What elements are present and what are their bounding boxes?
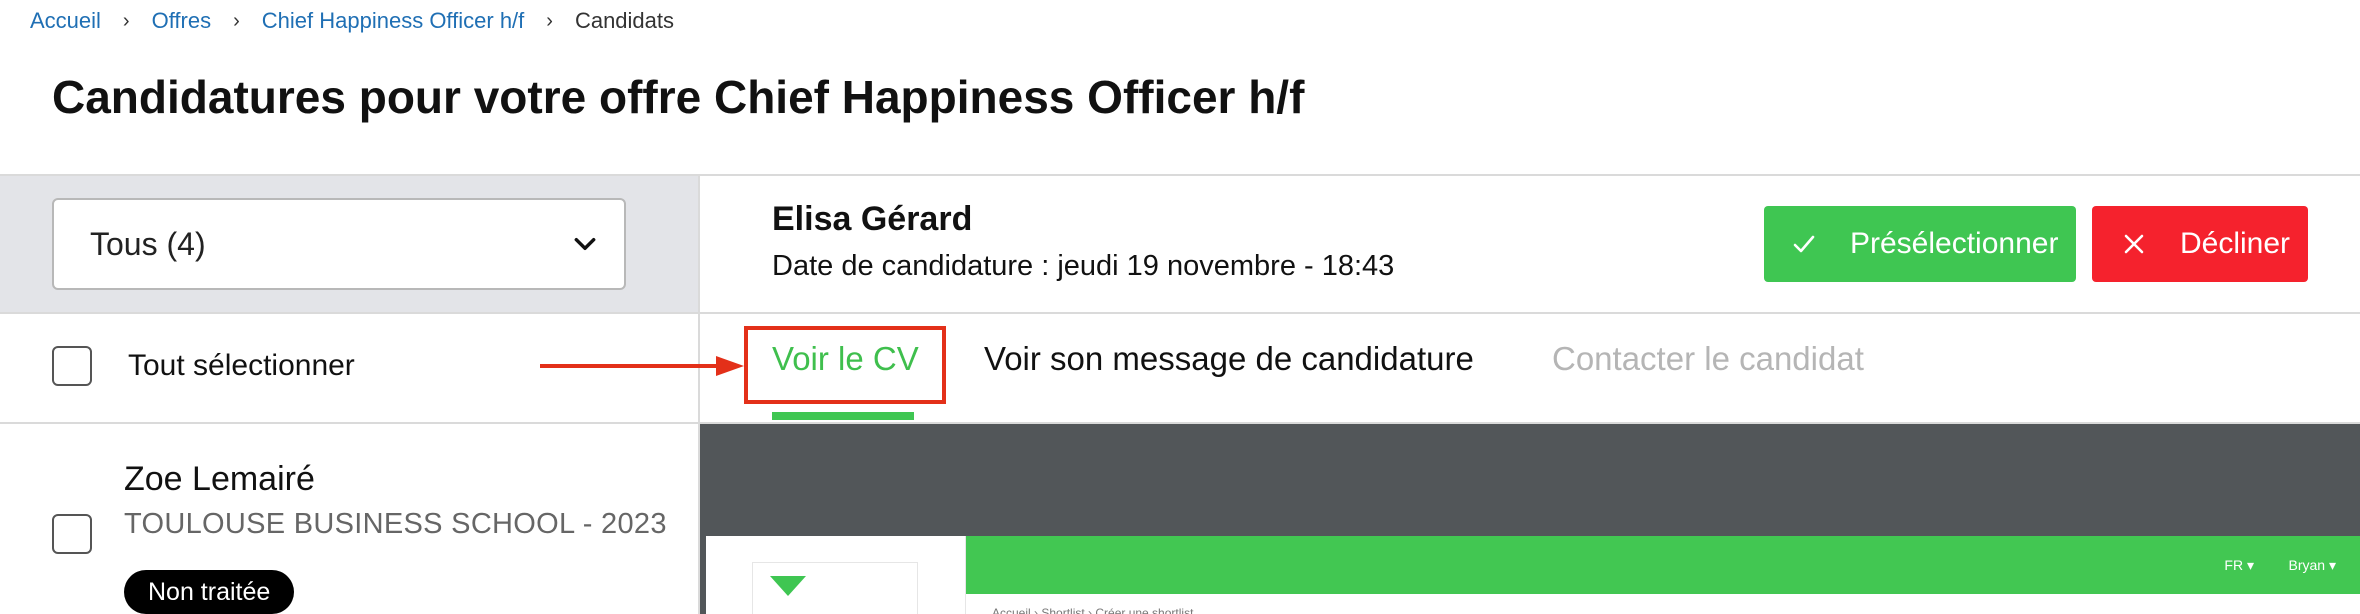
tab-application-message[interactable]: Voir son message de candidature [984,340,1474,378]
applicant-name: Elisa Gérard [772,200,973,238]
chevron-right-icon: › [546,10,553,32]
cv-user-menu: Bryan ▾ [2288,556,2337,573]
page-title: Candidatures pour votre offre Chief Happ… [52,71,1305,123]
application-date: Date de candidature : jeudi 19 novembre … [772,250,1395,282]
filter-select-value: Tous (4) [90,225,206,262]
cv-language-selector: FR ▾ [2224,556,2254,573]
cv-topbar: FR ▾ Bryan ▾ [966,536,2360,594]
decline-button[interactable]: Décliner [2092,206,2308,282]
cv-breadcrumb: Accueil › Shortlist › Créer une shortlis… [992,606,1194,614]
close-icon [2124,234,2144,254]
candidate-name: Zoe Lemairé [124,460,315,498]
annotation-highlight-box [744,326,946,404]
cv-document-viewer[interactable]: FR ▾ Bryan ▾ Accueil › Shortlist › Créer… [700,424,2360,614]
check-icon [1793,235,1815,253]
status-filter-select[interactable]: Tous (4) [52,198,626,290]
candidate-checkbox[interactable] [52,514,92,554]
chevron-right-icon: › [233,10,240,32]
preselect-button-label: Présélectionner [1850,227,2059,260]
preselect-button[interactable]: Présélectionner [1764,206,2076,282]
breadcrumb: Accueil › Offres › Chief Happiness Offic… [30,6,674,36]
breadcrumb-offers-link[interactable]: Offres [152,8,212,34]
left-divider [0,312,698,314]
right-divider [700,312,2360,314]
select-all-checkbox[interactable] [52,346,92,386]
breadcrumb-current: Candidats [574,8,675,33]
select-all-row[interactable]: Tout sélectionner [52,346,355,386]
select-all-label: Tout sélectionner [128,349,355,382]
tab-contact-candidate[interactable]: Contacter le candidat [1552,340,1864,378]
cv-sidebar [706,536,966,614]
candidate-list-item[interactable]: Zoe Lemairé TOULOUSE BUSINESS SCHOOL - 2… [52,452,672,614]
annotation-arrow-icon [540,356,744,376]
candidate-school: TOULOUSE BUSINESS SCHOOL - 2023 [124,508,667,540]
active-tab-indicator [772,412,914,420]
breadcrumb-home-link[interactable]: Accueil [30,8,101,34]
chevron-right-icon: › [122,10,130,32]
breadcrumb-offer-link[interactable]: Chief Happiness Officer h/f [262,8,525,34]
left-divider [0,422,698,424]
chevron-down-icon [574,237,596,251]
cv-page: FR ▾ Bryan ▾ Accueil › Shortlist › Créer… [706,536,2360,614]
status-badge: Non traitée [124,570,295,614]
decline-button-label: Décliner [2180,227,2291,260]
logo-icon [770,576,806,596]
